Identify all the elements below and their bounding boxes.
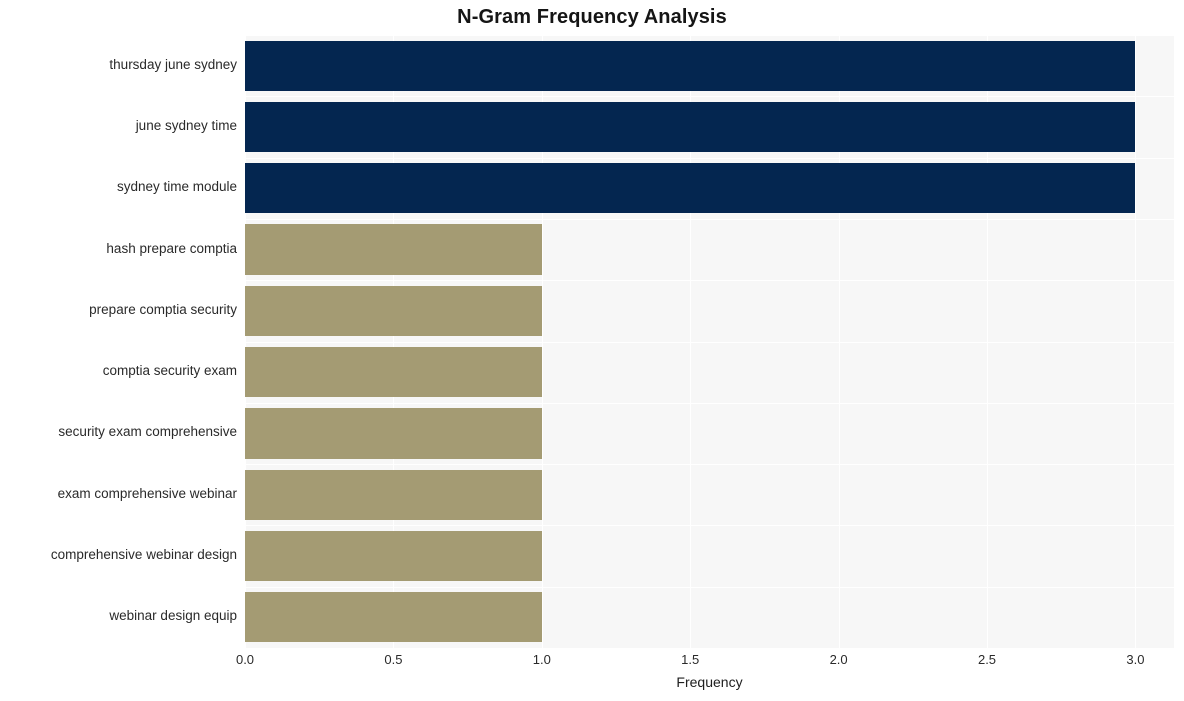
x-tick-label: 0.0 [235,652,255,667]
gridline-horizontal [245,525,1174,527]
y-tick-label: comprehensive webinar design [50,547,237,563]
gridline-horizontal [245,157,1174,159]
bar [245,469,542,520]
y-tick-label: security exam comprehensive [58,424,237,440]
bar [245,224,542,275]
bar [245,285,542,336]
gridline-horizontal [245,35,1174,36]
bar [245,163,1136,214]
x-tick-label: 0.5 [384,652,403,667]
gridline-horizontal [245,280,1174,282]
gridline-horizontal [245,464,1174,466]
bar [245,530,542,582]
bar [245,408,542,459]
gridline-horizontal [245,341,1174,343]
x-tick-label: 1.5 [681,652,700,667]
gridline-horizontal [245,96,1174,98]
y-tick-label: thursday june sydney [109,56,237,72]
y-tick-label: sydney time module [116,179,237,195]
y-axis: thursday june sydney june sydney time sydn… [0,35,237,648]
gridline-horizontal [245,402,1174,404]
x-axis-label: Frequency [676,674,743,690]
x-axis: 0.0 0.5 1.0 1.5 2.0 2.5 3.0 [236,648,1174,674]
y-tick-label: webinar design equip [109,608,237,624]
y-tick-label: exam comprehensive webinar [57,485,237,501]
bar [245,592,542,643]
bar [245,40,1136,91]
x-tick-label: 2.0 [829,652,848,667]
gridline-horizontal [245,218,1174,220]
plot-area [245,35,1174,648]
bar [245,347,542,398]
y-tick-label: prepare comptia security [89,301,237,317]
y-tick-label: hash prepare comptia [106,240,237,256]
bar [245,101,1136,153]
x-tick-label: 3.0 [1126,652,1145,667]
x-tick-label: 2.5 [977,652,997,667]
x-tick-label: 1.0 [532,652,551,667]
y-tick-label: comptia security exam [102,363,237,379]
gridline-horizontal [245,586,1174,588]
y-tick-label: june sydney time [135,117,237,133]
chart-figure: N-Gram Frequency Analysis thursday june … [0,0,1184,701]
chart-title: N-Gram Frequency Analysis [457,6,727,28]
